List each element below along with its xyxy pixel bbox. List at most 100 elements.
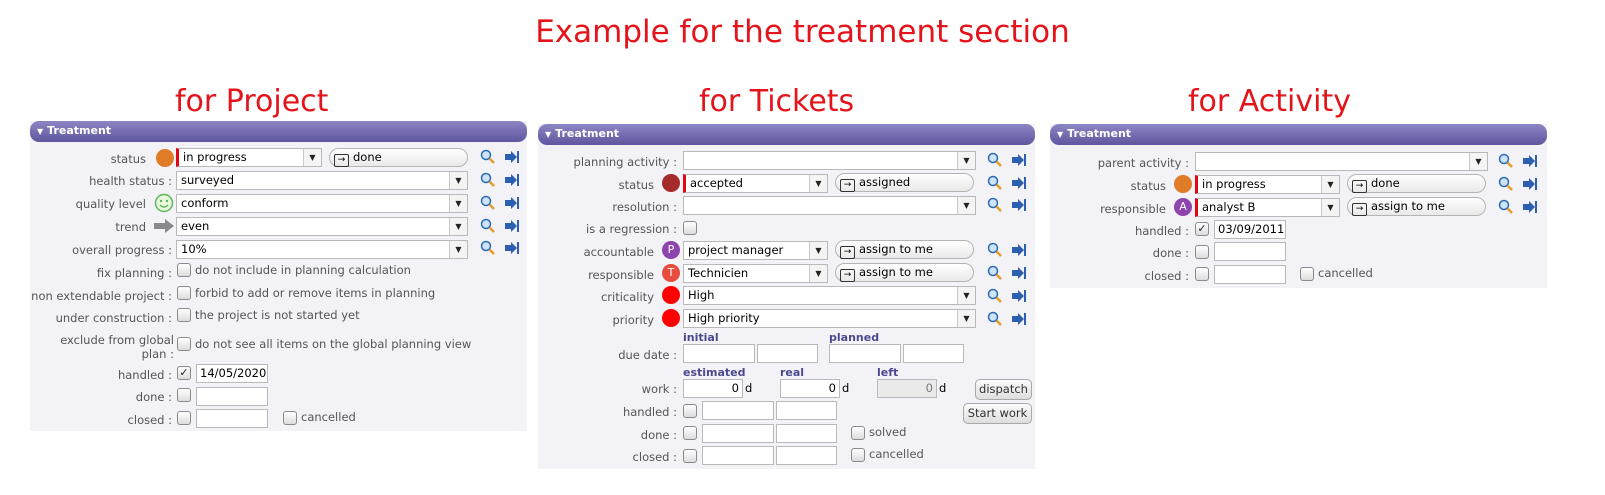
overall-progress-select[interactable]: 10% ▼	[176, 240, 468, 259]
is-regression-checkbox[interactable]	[683, 221, 697, 235]
status-select[interactable]: accepted ▼	[683, 174, 828, 193]
search-icon[interactable]	[987, 288, 1003, 304]
planning-activity-select[interactable]: ▼	[683, 151, 976, 170]
search-icon[interactable]	[480, 172, 496, 188]
done-time-field[interactable]	[776, 424, 837, 443]
handled-checkbox[interactable]: ✓	[1195, 222, 1209, 236]
dispatch-button[interactable]: dispatch	[975, 379, 1032, 400]
real-work-field[interactable]: 0	[780, 379, 840, 398]
search-icon[interactable]	[480, 240, 496, 256]
resolution-select[interactable]: ▼	[683, 196, 976, 215]
accountable-select[interactable]: project manager ▼	[683, 241, 828, 260]
next-status-button[interactable]: → done	[1347, 174, 1486, 193]
handled-date-field[interactable]	[702, 401, 774, 420]
goto-icon[interactable]	[1011, 265, 1027, 281]
assign-to-me-button[interactable]: → assign to me	[1347, 197, 1486, 216]
planned-due-date-field[interactable]	[829, 344, 901, 363]
goto-icon[interactable]	[504, 218, 520, 234]
initial-due-time-field[interactable]	[757, 344, 818, 363]
project-section-header[interactable]: ▼ Treatment	[30, 121, 527, 142]
solved-checkbox[interactable]	[851, 426, 865, 440]
goto-icon[interactable]	[504, 172, 520, 188]
done-date-field[interactable]	[196, 387, 268, 406]
health-status-select[interactable]: surveyed ▼	[176, 171, 468, 190]
under-construction-checkbox[interactable]	[177, 308, 191, 322]
goto-icon[interactable]	[1011, 175, 1027, 191]
tickets-section-header[interactable]: ▼ Treatment	[538, 124, 1035, 145]
done-checkbox[interactable]	[177, 388, 191, 402]
goto-icon[interactable]	[504, 149, 520, 165]
assign-to-me-button[interactable]: → assign to me	[835, 240, 974, 259]
status-select[interactable]: in progress ▼	[176, 148, 322, 167]
priority-select[interactable]: High priority ▼	[683, 309, 976, 328]
criticality-select[interactable]: High ▼	[683, 286, 976, 305]
responsible-select[interactable]: analyst B ▼	[1195, 198, 1340, 217]
goto-icon[interactable]	[1011, 197, 1027, 213]
start-work-button[interactable]: Start work	[963, 403, 1032, 424]
handled-date-field[interactable]: 03/09/2011	[1214, 220, 1286, 239]
planned-header: planned	[829, 331, 880, 344]
handled-checkbox[interactable]	[683, 404, 697, 418]
non-extendable-checkbox[interactable]	[177, 286, 191, 300]
goto-icon[interactable]	[1011, 242, 1027, 258]
closed-date-field[interactable]	[196, 409, 268, 428]
collapse-icon: ▼	[545, 130, 552, 139]
done-checkbox[interactable]	[1195, 245, 1209, 259]
goto-icon[interactable]	[1522, 176, 1538, 192]
priority-color-icon	[662, 309, 680, 327]
cancelled-checkbox[interactable]	[283, 411, 297, 425]
parent-activity-label: parent activity :	[1097, 156, 1189, 170]
cancelled-checkbox[interactable]	[1300, 267, 1314, 281]
closed-checkbox[interactable]	[177, 411, 191, 425]
planned-due-time-field[interactable]	[903, 344, 964, 363]
search-icon[interactable]	[987, 197, 1003, 213]
cancelled-text: cancelled	[301, 410, 356, 424]
search-icon[interactable]	[987, 265, 1003, 281]
search-icon[interactable]	[1498, 199, 1514, 215]
initial-due-date-field[interactable]	[683, 344, 755, 363]
assign-to-me-button[interactable]: → assign to me	[835, 263, 974, 282]
goto-icon[interactable]	[504, 240, 520, 256]
search-icon[interactable]	[987, 175, 1003, 191]
goto-icon[interactable]	[1011, 311, 1027, 327]
closed-time-field[interactable]	[776, 446, 837, 465]
goto-icon[interactable]	[504, 195, 520, 211]
estimated-header: estimated	[683, 366, 746, 379]
search-icon[interactable]	[480, 149, 496, 165]
quality-level-select[interactable]: conform ▼	[176, 194, 468, 213]
done-date-field[interactable]	[702, 424, 774, 443]
search-icon[interactable]	[480, 195, 496, 211]
goto-icon[interactable]	[1522, 153, 1538, 169]
responsible-select[interactable]: Technicien ▼	[683, 264, 828, 283]
chevron-down-icon: ▼	[957, 287, 975, 304]
activity-section-header[interactable]: ▼ Treatment	[1050, 124, 1547, 145]
search-icon[interactable]	[987, 311, 1003, 327]
parent-activity-select[interactable]: ▼	[1195, 152, 1488, 171]
handled-checkbox[interactable]: ✓	[177, 366, 191, 380]
search-icon[interactable]	[1498, 153, 1514, 169]
status-select[interactable]: in progress ▼	[1195, 175, 1340, 194]
estimated-work-field[interactable]: 0	[683, 379, 743, 398]
closed-checkbox[interactable]	[683, 449, 697, 463]
cancelled-checkbox[interactable]	[851, 448, 865, 462]
handled-time-field[interactable]	[776, 401, 837, 420]
search-icon[interactable]	[987, 152, 1003, 168]
handled-date-field[interactable]: 14/05/2020	[196, 364, 268, 383]
fix-planning-checkbox[interactable]	[177, 263, 191, 277]
goto-icon[interactable]	[1522, 199, 1538, 215]
goto-icon[interactable]	[1011, 288, 1027, 304]
goto-icon[interactable]	[1011, 152, 1027, 168]
closed-date-field[interactable]	[1214, 265, 1286, 284]
closed-checkbox[interactable]	[1195, 267, 1209, 281]
done-date-field[interactable]	[1214, 242, 1286, 261]
next-status-button[interactable]: → assigned	[835, 173, 974, 192]
trend-select[interactable]: even ▼	[176, 217, 468, 236]
done-checkbox[interactable]	[683, 426, 697, 440]
criticality-label: criticality	[600, 290, 654, 304]
search-icon[interactable]	[987, 242, 1003, 258]
search-icon[interactable]	[1498, 176, 1514, 192]
exclude-global-checkbox[interactable]	[177, 337, 191, 351]
next-status-button[interactable]: → done	[329, 148, 468, 167]
closed-date-field[interactable]	[702, 446, 774, 465]
search-icon[interactable]	[480, 218, 496, 234]
